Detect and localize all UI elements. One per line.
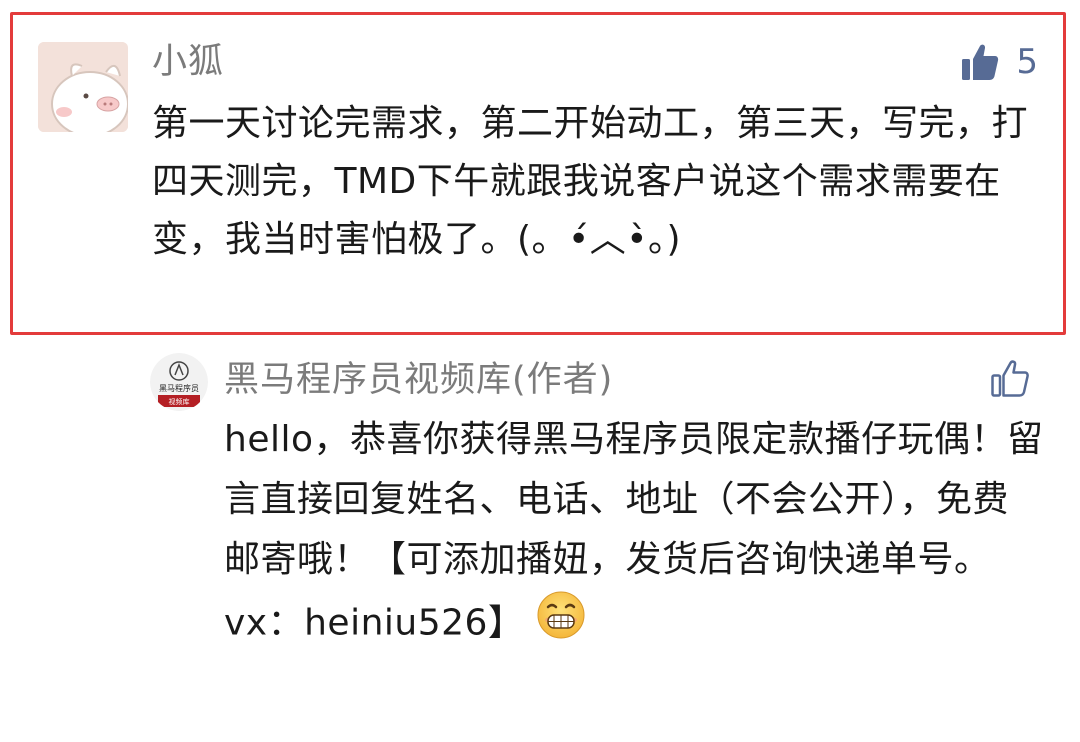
thumbs-up-filled-icon[interactable] xyxy=(960,42,1000,82)
like-count: 5 xyxy=(1016,42,1038,82)
comment-text: 第一天讨论完需求，第二开始动工，第三天，写完，打四天测完，TMD下午就跟我说客户… xyxy=(152,103,1029,260)
heima-logo-icon: 黑马程序员 视频库 xyxy=(150,353,208,411)
reply-text: hello，恭喜你获得黑马程序员限定款播仔玩偶！留言直接回复姓名、电话、地址（不… xyxy=(224,410,1044,659)
thumbs-up-outline-icon[interactable] xyxy=(990,358,1030,398)
reply-avatar[interactable]: 黑马程序员 视频库 xyxy=(150,353,208,411)
logo-brand-text: 黑马程序员 xyxy=(159,383,199,393)
logo-sub-text: 视频库 xyxy=(169,397,190,406)
reply-author[interactable]: 黑马程序员视频库(作者) xyxy=(224,356,613,404)
avatar[interactable] xyxy=(38,42,128,132)
reply-like-button[interactable] xyxy=(990,358,1030,402)
comment-like[interactable]: 5 xyxy=(960,40,1038,84)
grinning-emoji-icon xyxy=(536,590,586,659)
reply-text-body: hello，恭喜你获得黑马程序员限定款播仔玩偶！留言直接回复姓名、电话、地址（不… xyxy=(224,419,1044,644)
comment-author[interactable]: 小狐 xyxy=(152,40,224,84)
pig-avatar-icon xyxy=(38,42,128,132)
